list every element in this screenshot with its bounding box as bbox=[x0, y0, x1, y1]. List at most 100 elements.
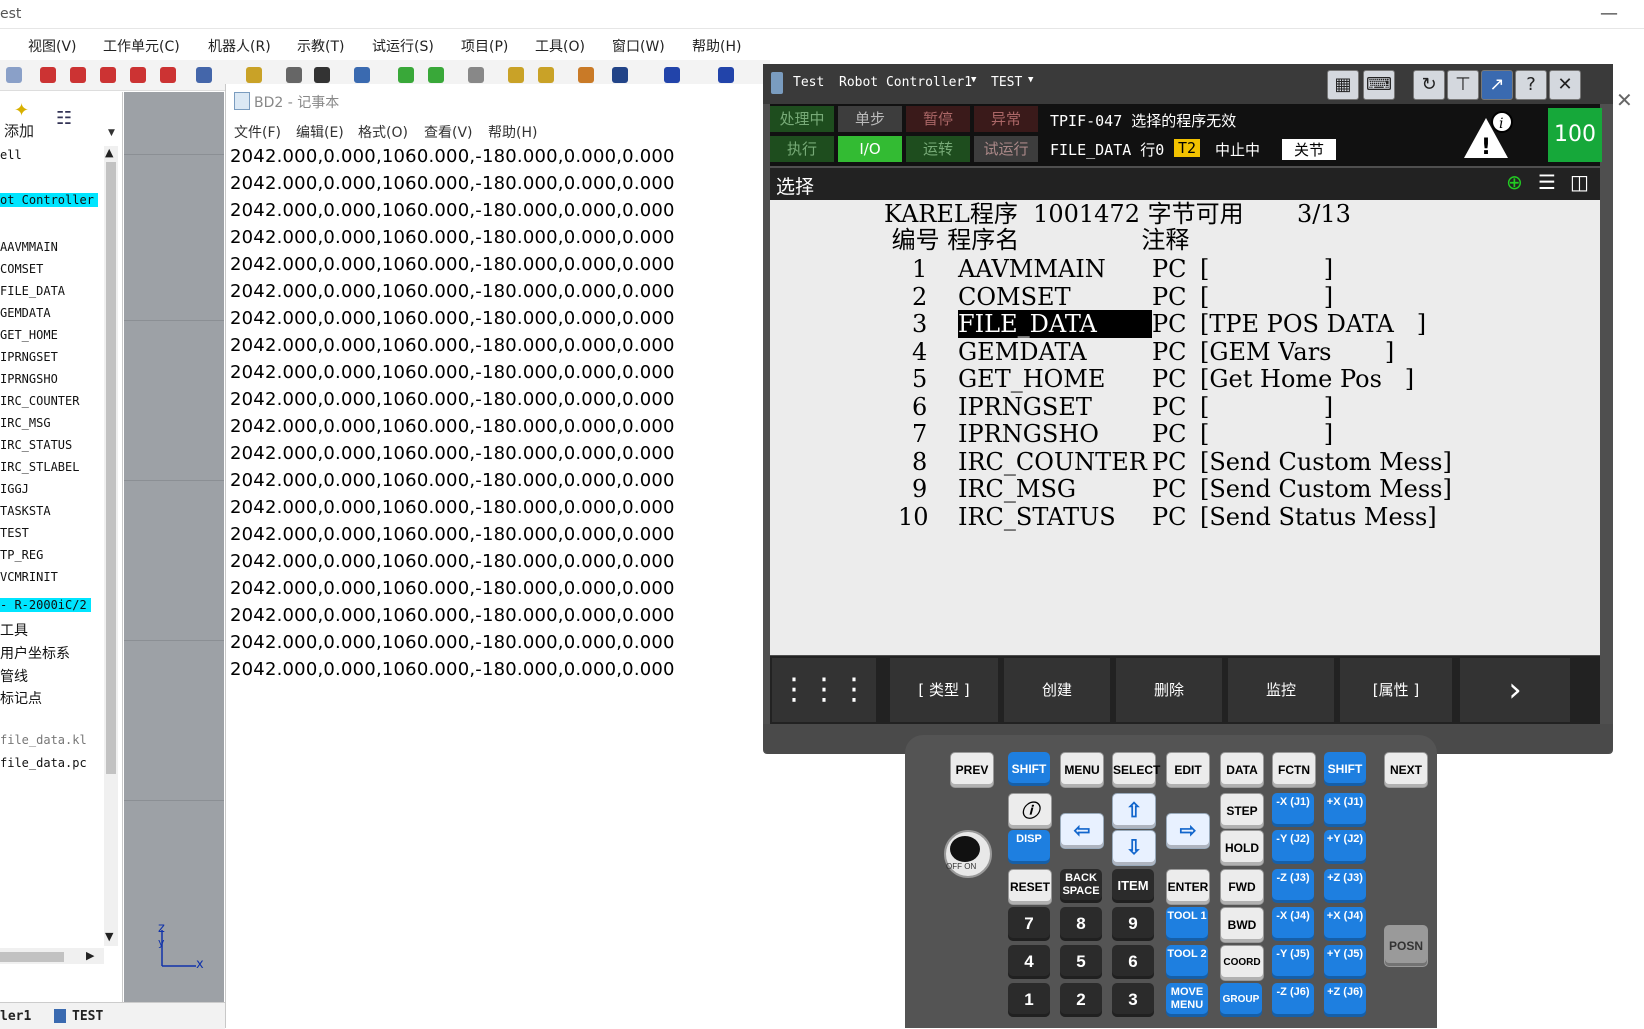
tree-item[interactable]: ell bbox=[0, 148, 22, 162]
row-program-name[interactable]: IRC_COUNTER bbox=[958, 448, 1147, 476]
tree-view-icon[interactable]: ☷ bbox=[56, 108, 72, 129]
row-type[interactable]: PC bbox=[1152, 283, 1187, 311]
posn-key[interactable]: POSN bbox=[1384, 925, 1428, 967]
row-comment[interactable]: [Send Custom Mess] bbox=[1200, 475, 1452, 503]
tree-item[interactable]: IPRNGSHO bbox=[0, 372, 58, 386]
row-comment[interactable]: [GEM Vars ] bbox=[1200, 338, 1394, 366]
text-line[interactable]: 2042.000,0.000,1060.000,-180.000,0.000,0… bbox=[230, 335, 675, 356]
row-number[interactable]: 10 bbox=[898, 503, 929, 531]
tree-item-user-frame[interactable]: 用户坐标系 bbox=[0, 643, 70, 663]
pin-icon[interactable]: ⊤ bbox=[1447, 70, 1479, 100]
disp-key[interactable]: DISP bbox=[1008, 830, 1050, 864]
panel-dropdown-icon[interactable]: ▼ bbox=[108, 128, 115, 138]
text-line[interactable]: 2042.000,0.000,1060.000,-180.000,0.000,0… bbox=[230, 227, 675, 248]
toolbar-pendant-icon[interactable] bbox=[354, 67, 370, 83]
step-key[interactable]: STEP bbox=[1220, 793, 1264, 829]
tree-item-robot[interactable]: - R-2000iC/2 bbox=[0, 598, 91, 612]
text-line[interactable]: 2042.000,0.000,1060.000,-180.000,0.000,0… bbox=[230, 173, 675, 194]
toolbar-program2-icon[interactable] bbox=[428, 67, 444, 83]
right-arrow-key[interactable]: ⇨ bbox=[1166, 813, 1210, 849]
row-number[interactable]: 2 bbox=[912, 283, 927, 311]
text-line[interactable]: 2042.000,0.000,1060.000,-180.000,0.000,0… bbox=[230, 443, 675, 464]
toolbar-hand-icon[interactable] bbox=[286, 67, 302, 83]
jog-minus-key[interactable]: -X (J4) bbox=[1272, 907, 1314, 941]
text-line[interactable]: 2042.000,0.000,1060.000,-180.000,0.000,0… bbox=[230, 281, 675, 302]
up-arrow-key[interactable]: ⇧ bbox=[1112, 793, 1156, 829]
text-line[interactable]: 2042.000,0.000,1060.000,-180.000,0.000,0… bbox=[230, 362, 675, 383]
grid-menu-icon[interactable]: ⋮⋮⋮ bbox=[772, 658, 876, 722]
fkey-type[interactable]: [ 类型 ] bbox=[890, 658, 998, 722]
tree-item[interactable]: VCMRINIT bbox=[0, 570, 58, 584]
menu-robot[interactable]: 机器人(R) bbox=[208, 36, 271, 56]
toolbar-ruler-icon[interactable] bbox=[246, 67, 262, 83]
toolbar-process-icon[interactable] bbox=[468, 67, 484, 83]
scroll-thumb[interactable] bbox=[106, 162, 116, 774]
tree-item-tool[interactable]: 工具 bbox=[0, 620, 28, 640]
pendant-view-icon[interactable]: ▦ bbox=[1327, 70, 1359, 100]
np-menu-view[interactable]: 查看(V) bbox=[424, 122, 473, 142]
hscroll-thumb[interactable] bbox=[0, 952, 64, 962]
help-icon[interactable]: ? bbox=[1515, 70, 1547, 100]
jog-plus-key[interactable]: +Y (J5) bbox=[1324, 945, 1366, 979]
row-comment[interactable]: [ ] bbox=[1200, 283, 1333, 311]
text-line[interactable]: 2042.000,0.000,1060.000,-180.000,0.000,0… bbox=[230, 551, 675, 572]
text-line[interactable]: 2042.000,0.000,1060.000,-180.000,0.000,0… bbox=[230, 605, 675, 626]
digit-key[interactable]: 8 bbox=[1060, 907, 1102, 941]
toolbar-gear-icon[interactable] bbox=[508, 67, 524, 83]
hold-key[interactable]: HOLD bbox=[1220, 830, 1264, 866]
scroll-up-icon[interactable]: ▲ bbox=[105, 146, 113, 159]
tab-controller[interactable]: ler1 bbox=[0, 1009, 31, 1024]
row-comment[interactable]: [ ] bbox=[1200, 393, 1333, 421]
text-line[interactable]: 2042.000,0.000,1060.000,-180.000,0.000,0… bbox=[230, 254, 675, 275]
row-program-name[interactable]: GET_HOME bbox=[958, 365, 1105, 393]
tree-item[interactable]: IRC_MSG bbox=[0, 416, 51, 430]
tree-item-marker[interactable]: 标记点 bbox=[0, 688, 42, 708]
toolbar-frame2-icon[interactable] bbox=[100, 67, 116, 83]
row-number[interactable]: 7 bbox=[912, 420, 927, 448]
fkey-attr[interactable]: [属性 ] bbox=[1340, 658, 1452, 722]
row-program-name[interactable]: FILE_DATA bbox=[958, 310, 1152, 338]
text-line[interactable]: 2042.000,0.000,1060.000,-180.000,0.000,0… bbox=[230, 308, 675, 329]
row-comment[interactable]: [Send Custom Mess] bbox=[1200, 448, 1452, 476]
tree-item[interactable]: IGGJ bbox=[0, 482, 29, 496]
fkey-monitor[interactable]: 监控 bbox=[1228, 658, 1334, 722]
menu-workcell[interactable]: 工作单元(C) bbox=[103, 36, 180, 56]
np-menu-file[interactable]: 文件(F) bbox=[234, 122, 281, 142]
digit-key[interactable]: 6 bbox=[1112, 945, 1154, 979]
close-icon[interactable]: ✕ bbox=[1549, 70, 1581, 100]
toolbar-pause-icon[interactable] bbox=[718, 67, 734, 83]
tree-item[interactable]: AAVMMAIN bbox=[0, 240, 58, 254]
down-arrow-key[interactable]: ⇩ bbox=[1112, 830, 1156, 866]
row-number[interactable]: 9 bbox=[912, 475, 927, 503]
move-menu-key[interactable]: MOVE MENU bbox=[1166, 983, 1208, 1017]
row-type[interactable]: PC bbox=[1152, 448, 1187, 476]
row-number[interactable]: 3 bbox=[912, 310, 927, 338]
row-number[interactable]: 1 bbox=[912, 255, 927, 283]
chevron-down-icon[interactable]: ▼ bbox=[1028, 75, 1033, 85]
tree-item[interactable]: IPRNGSET bbox=[0, 350, 58, 364]
row-comment[interactable]: [ ] bbox=[1200, 255, 1333, 283]
row-type[interactable]: PC bbox=[1152, 338, 1187, 366]
next-page-icon[interactable]: › bbox=[1460, 658, 1570, 722]
row-comment[interactable]: [Get Home Pos ] bbox=[1200, 365, 1414, 393]
tree-item[interactable]: IRC_STLABEL bbox=[0, 460, 79, 474]
toolbar-gear2-icon[interactable] bbox=[538, 67, 554, 83]
toolbar-move-icon[interactable] bbox=[196, 67, 212, 83]
row-type[interactable]: PC bbox=[1152, 255, 1187, 283]
row-type[interactable]: PC bbox=[1152, 475, 1187, 503]
bwd-key[interactable]: BWD bbox=[1220, 907, 1264, 943]
toolbar-play-icon[interactable] bbox=[664, 67, 680, 83]
tree-item[interactable]: IRC_STATUS bbox=[0, 438, 72, 452]
text-line[interactable]: 2042.000,0.000,1060.000,-180.000,0.000,0… bbox=[230, 497, 675, 518]
toolbar-program-icon[interactable] bbox=[398, 67, 414, 83]
np-menu-edit[interactable]: 编辑(E) bbox=[296, 122, 344, 142]
row-program-name[interactable]: IRC_MSG bbox=[958, 475, 1076, 503]
tree-item-file[interactable]: file_data.pc bbox=[0, 756, 87, 770]
jog-plus-key[interactable]: +Z (J6) bbox=[1324, 983, 1366, 1017]
digit-key[interactable]: 1 bbox=[1008, 983, 1050, 1017]
jog-minus-key[interactable]: -Z (J3) bbox=[1272, 869, 1314, 903]
next-key[interactable]: NEXT bbox=[1384, 752, 1428, 788]
row-program-name[interactable]: IRC_STATUS bbox=[958, 503, 1116, 531]
split-view-icon[interactable]: ◫ bbox=[1570, 170, 1589, 194]
tree-item[interactable]: FILE_DATA bbox=[0, 284, 65, 298]
